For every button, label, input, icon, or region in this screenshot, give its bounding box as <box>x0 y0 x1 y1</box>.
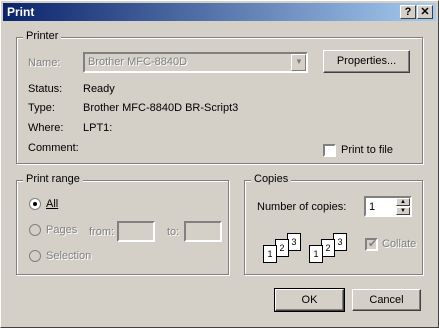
to-label: to: <box>167 226 180 238</box>
page-1: 1 <box>263 245 277 263</box>
printer-group: Printer Name: Brother MFC-8840D ▼ Proper… <box>16 30 423 164</box>
title-bar[interactable]: Print ? ✕ <box>3 3 436 21</box>
status-label: Status: <box>28 83 63 95</box>
printer-name-combo[interactable]: Brother MFC-8840D ▼ <box>83 52 308 73</box>
printer-group-label: Printer <box>23 30 62 42</box>
stepper-up-icon[interactable]: ▲ <box>396 198 410 206</box>
close-button[interactable]: ✕ <box>417 5 433 19</box>
page-1: 1 <box>309 245 323 263</box>
copies-group: Copies Number of copies: 1 ▲ ▼ 3 2 1 3 2… <box>244 173 423 275</box>
all-radio[interactable] <box>29 198 41 210</box>
help-button[interactable]: ? <box>400 5 416 19</box>
from-label: from: <box>89 226 115 238</box>
print-dialog: Print ? ✕ Printer Name: Brother MFC-8840… <box>0 0 439 328</box>
comment-label: Comment: <box>28 142 79 154</box>
number-of-copies-label: Number of copies: <box>257 201 347 213</box>
status-value: Ready <box>83 83 115 95</box>
copies-group-label: Copies <box>251 173 292 185</box>
cancel-button-label: Cancel <box>369 294 404 306</box>
radio-dot-icon <box>33 202 37 206</box>
type-value: Brother MFC-8840D BR-Script3 <box>83 102 239 114</box>
properties-button[interactable]: Properties... <box>323 50 410 73</box>
from-field[interactable] <box>117 221 155 242</box>
page-2: 2 <box>321 239 335 257</box>
where-value: LPT1: <box>83 122 113 134</box>
properties-button-label: Properties... <box>336 55 397 67</box>
print-to-file-checkbox[interactable] <box>323 144 336 157</box>
page-2: 2 <box>275 239 289 257</box>
print-to-file-label[interactable]: Print to file <box>341 144 393 156</box>
stepper-down-icon[interactable]: ▼ <box>396 207 410 215</box>
to-field[interactable] <box>184 221 222 242</box>
pages-radio[interactable] <box>29 224 41 236</box>
collate-checkbox[interactable]: ✔ <box>365 238 378 251</box>
name-label: Name: <box>28 57 61 69</box>
print-range-group-label: Print range <box>23 173 83 185</box>
page-3: 3 <box>287 233 301 251</box>
ok-button[interactable]: OK <box>274 288 345 312</box>
selection-radio[interactable] <box>29 250 41 262</box>
printer-name-value: Brother MFC-8840D <box>88 56 188 68</box>
ok-button-label: OK <box>301 294 318 306</box>
cancel-button[interactable]: Cancel <box>352 289 421 311</box>
checkmark-icon: ✔ <box>368 238 378 250</box>
page-3: 3 <box>333 233 347 251</box>
where-label: Where: <box>28 122 64 134</box>
all-label[interactable]: All <box>46 198 58 210</box>
print-range-group: Print range All Pages from: to: Selectio… <box>16 173 229 275</box>
pages-label[interactable]: Pages <box>46 224 77 236</box>
selection-label[interactable]: Selection <box>46 250 91 262</box>
collate-label[interactable]: Collate <box>382 238 416 250</box>
type-label: Type: <box>28 102 55 114</box>
copies-stepper[interactable]: 1 ▲ ▼ <box>364 196 412 217</box>
copies-value: 1 <box>369 201 376 213</box>
chevron-down-icon[interactable]: ▼ <box>291 54 306 71</box>
window-title: Print <box>7 5 35 19</box>
